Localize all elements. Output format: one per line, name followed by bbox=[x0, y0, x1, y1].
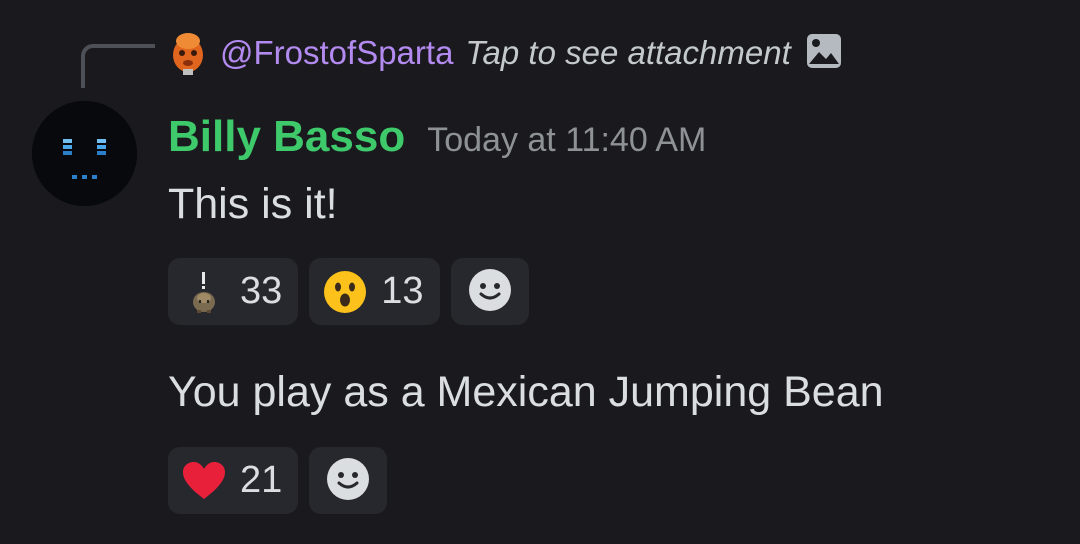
reaction-bar: 21 bbox=[168, 447, 388, 514]
avatar[interactable] bbox=[32, 101, 137, 206]
reply-author-avatar[interactable] bbox=[168, 31, 208, 75]
add-reaction-button[interactable] bbox=[450, 258, 529, 325]
reaction-heart[interactable]: 21 bbox=[168, 447, 299, 514]
message-text: This is it! bbox=[168, 180, 338, 228]
custom-figure-emoji bbox=[182, 270, 226, 314]
add-reaction-smiley-icon bbox=[468, 268, 512, 316]
reaction-custom-figure[interactable]: 33 bbox=[168, 258, 299, 325]
reply-reference[interactable]: @FrostofSparta Tap to see attachment bbox=[168, 28, 843, 78]
message-header: Billy Basso Today at 11:40 AM bbox=[168, 112, 706, 168]
astonished-face-emoji bbox=[323, 270, 367, 314]
chat-message-view: @FrostofSparta Tap to see attachment Bil… bbox=[0, 0, 1080, 544]
message-text: You play as a Mexican Jumping Bean bbox=[168, 368, 884, 416]
reaction-bar: 33 13 bbox=[168, 258, 529, 325]
reaction-count: 21 bbox=[240, 459, 283, 501]
add-reaction-button[interactable] bbox=[309, 447, 388, 514]
message-timestamp: Today at 11:40 AM bbox=[427, 121, 707, 159]
reply-snippet-text[interactable]: Tap to see attachment bbox=[465, 34, 790, 72]
reply-connector-line bbox=[81, 44, 155, 88]
reaction-astonished[interactable]: 13 bbox=[309, 258, 440, 325]
author-name[interactable]: Billy Basso bbox=[168, 112, 405, 162]
reaction-count: 33 bbox=[240, 270, 283, 312]
image-icon bbox=[805, 32, 843, 74]
add-reaction-smiley-icon bbox=[326, 457, 370, 505]
red-heart-emoji bbox=[182, 459, 226, 503]
reply-author-name[interactable]: @FrostofSparta bbox=[220, 34, 453, 72]
reaction-count: 13 bbox=[381, 270, 424, 312]
